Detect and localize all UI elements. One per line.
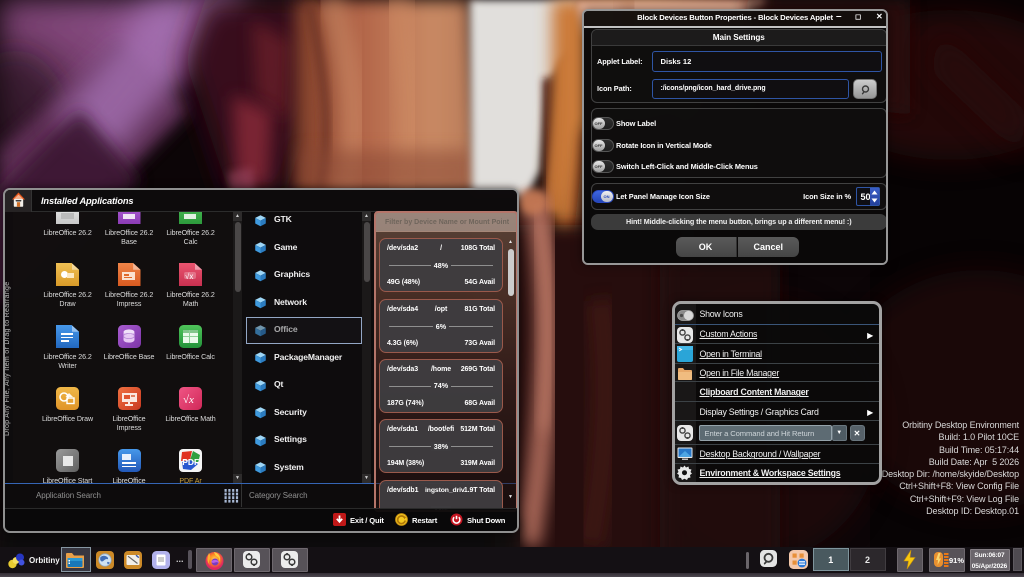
svg-text:√x: √x xyxy=(183,394,194,405)
svg-text:√x: √x xyxy=(185,272,193,280)
svg-text:PDF: PDF xyxy=(182,457,199,467)
